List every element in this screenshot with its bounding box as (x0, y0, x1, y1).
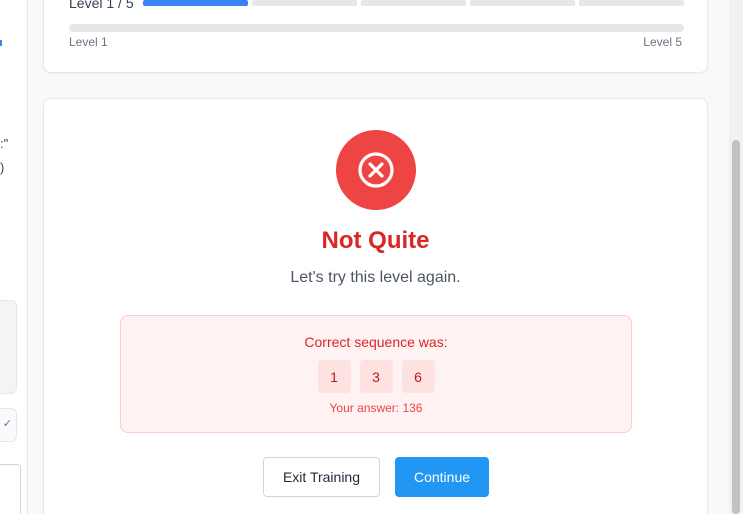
sequence-chip: 6 (401, 360, 435, 393)
side-card (0, 300, 17, 394)
level-track (69, 24, 684, 32)
progress-card: Level 1 / 5 Level 1 Level 5 (43, 0, 708, 73)
level-segments (143, 0, 684, 6)
side-panel: :" ) ✓ (0, 0, 28, 514)
level-segment (361, 0, 466, 6)
scrollbar[interactable] (729, 0, 743, 514)
level-segment (252, 0, 357, 6)
side-select[interactable]: ✓ (0, 408, 17, 442)
side-input[interactable] (0, 464, 21, 514)
sequence-chip: 3 (359, 360, 393, 393)
chevron-down-icon: ✓ (2, 418, 12, 430)
track-min-label: Level 1 (69, 35, 108, 49)
sequence-label: Correct sequence was: (304, 334, 448, 350)
result-card: Not Quite Let's try this level again. Co… (43, 98, 708, 514)
side-text-fragment: ) (0, 160, 5, 175)
exit-training-button[interactable]: Exit Training (263, 457, 380, 497)
sequence-chips: 1 3 6 (121, 360, 631, 393)
level-segment (579, 0, 684, 6)
level-segment (143, 0, 248, 6)
continue-button[interactable]: Continue (395, 457, 489, 497)
active-indicator (0, 40, 2, 46)
track-max-label: Level 5 (643, 35, 682, 49)
your-answer: Your answer: 136 (329, 401, 423, 415)
result-title: Not Quite (321, 227, 430, 254)
sequence-chip: 1 (317, 360, 351, 393)
level-label: Level 1 / 5 (69, 0, 134, 11)
correct-sequence-box: Correct sequence was: 1 3 6 Your answer:… (120, 315, 632, 433)
result-subtitle: Let's try this level again. (290, 269, 461, 286)
side-text-fragment: :" (0, 136, 9, 151)
level-segment (470, 0, 575, 6)
scrollbar-thumb[interactable] (732, 140, 740, 514)
app-root: :" ) ✓ Level 1 / 5 Level 1 Level 5 Not Q… (0, 0, 743, 514)
x-circle-icon (336, 130, 416, 210)
